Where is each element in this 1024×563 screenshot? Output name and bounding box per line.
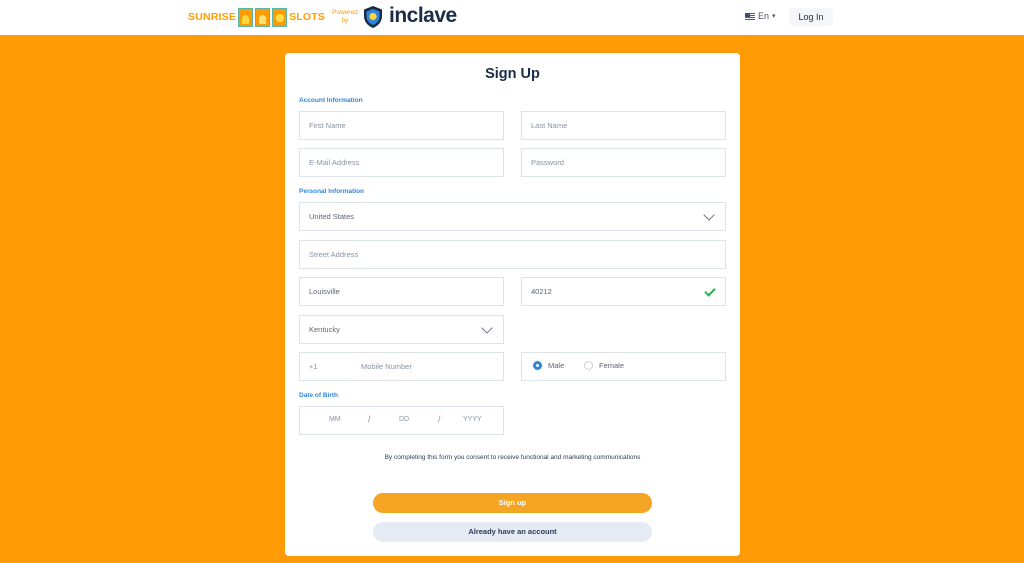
personal-section-label: Personal Information <box>299 188 365 195</box>
inclave-logo-text: inclave <box>389 4 457 27</box>
language-selector[interactable]: En ▾ <box>745 11 776 21</box>
language-label: En <box>758 11 770 21</box>
us-flag-icon <box>745 12 755 20</box>
chevron-down-icon <box>481 322 493 334</box>
logo-text-right: SLOTS <box>289 11 326 23</box>
state-select[interactable]: Kentucky <box>299 315 504 344</box>
gender-female-radio[interactable]: Female <box>584 361 624 370</box>
gender-radio-group: Male Female <box>521 352 726 381</box>
page-title: Sign Up <box>485 66 540 82</box>
radio-unselected-icon <box>584 361 593 370</box>
date-of-birth-field[interactable]: MM / DD / YYYY <box>299 406 504 435</box>
checkmark-icon <box>704 285 716 297</box>
radio-selected-icon <box>533 361 542 370</box>
dob-month-input[interactable]: MM <box>329 416 341 423</box>
zip-code-field[interactable]: 40212 <box>521 277 726 306</box>
street-address-field[interactable]: Street Address <box>299 240 726 269</box>
logo-text-left: SUNRISE <box>188 11 237 23</box>
account-section-label: Account Information <box>299 97 363 104</box>
gender-male-radio[interactable]: Male <box>533 361 564 370</box>
zip-value: 40212 <box>531 287 552 296</box>
already-have-account-button[interactable]: Already have an account <box>373 522 652 542</box>
gender-male-label: Male <box>548 361 565 370</box>
chevron-down-icon <box>703 209 715 221</box>
login-button[interactable]: Log In <box>789 8 833 26</box>
dob-separator: / <box>438 414 441 424</box>
email-field[interactable]: E-Mail Address <box>299 148 504 177</box>
last-name-field[interactable]: Last Name <box>521 111 726 140</box>
first-name-field[interactable]: First Name <box>299 111 504 140</box>
state-value: Kentucky <box>309 325 340 334</box>
dob-section-label: Date of Birth <box>299 392 338 399</box>
slot-reels-icon <box>238 7 288 27</box>
country-select[interactable]: United States <box>299 202 726 231</box>
powered-by-label: Powered by <box>332 9 358 24</box>
top-bar: SUNRISE SLOTS Powered by inclave En ▾ Lo… <box>0 0 1024 35</box>
city-field[interactable]: Louisville <box>299 277 504 306</box>
caret-down-icon: ▾ <box>772 13 776 20</box>
gender-female-label: Female <box>599 361 625 370</box>
phone-country-code[interactable]: +1 <box>309 362 318 371</box>
mobile-number-placeholder: Mobile Number <box>361 362 412 371</box>
mobile-number-field[interactable]: +1 Mobile Number <box>299 352 504 381</box>
country-value: United States <box>309 212 355 221</box>
sign-up-button[interactable]: Sign up <box>373 493 652 513</box>
inclave-shield-icon <box>364 6 382 28</box>
sunrise-slots-logo[interactable]: SUNRISE SLOTS <box>188 6 325 28</box>
dob-separator: / <box>368 414 371 424</box>
signup-card: Sign Up Account Information First Name L… <box>285 53 740 556</box>
consent-text: By completing this form you consent to r… <box>384 454 641 461</box>
dob-day-input[interactable]: DD <box>399 416 409 423</box>
password-field[interactable]: Password <box>521 148 726 177</box>
dob-year-input[interactable]: YYYY <box>463 416 482 423</box>
